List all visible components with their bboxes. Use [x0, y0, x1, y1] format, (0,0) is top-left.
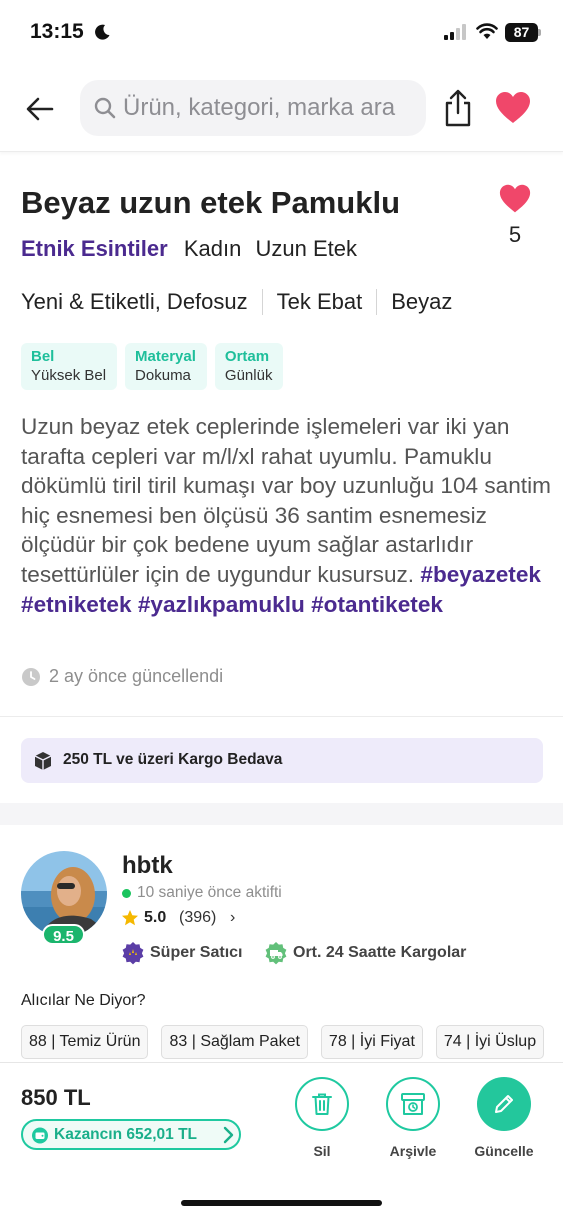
tag-key: Materyal	[135, 348, 196, 365]
seller-score-badge: 9.5	[42, 924, 85, 945]
tag-key: Ortam	[224, 348, 270, 365]
search-icon	[94, 97, 116, 119]
attribute-divider	[376, 289, 378, 315]
battery-level: 87	[513, 24, 530, 40]
search-input[interactable]: Ürün, kategori, marka ara	[80, 80, 426, 136]
like-heart-icon[interactable]	[498, 183, 532, 215]
attribute-divider	[261, 289, 263, 315]
breadcrumb: Etnik Esintiler Kadın Uzun Etek	[21, 236, 365, 262]
chevron-right-icon[interactable]: ›	[230, 909, 235, 927]
clock-icon	[22, 667, 40, 686]
category-link[interactable]: Kadın	[184, 236, 242, 261]
subcategory-link[interactable]: Uzun Etek	[255, 236, 357, 261]
shipping-banner: 250 TL ve üzeri Kargo Bedava	[21, 738, 543, 783]
earnings-pill[interactable]: Kazancın 652,01 TL	[21, 1119, 241, 1150]
shipping-text: 250 TL ve üzeri Kargo Bedava	[63, 751, 283, 768]
review-chips: 88 | Temiz Ürün 83 | Sağlam Paket 78 | İ…	[21, 1025, 545, 1059]
seller-rating-count[interactable]: (396)	[179, 909, 216, 927]
wifi-icon	[476, 23, 498, 39]
update-button[interactable]: Güncelle	[464, 1077, 544, 1159]
archive-label: Arşivle	[389, 1143, 437, 1159]
tag-value: Yüksek Bel	[31, 367, 107, 384]
review-chip[interactable]: 74 | İyi Üslup	[435, 1025, 545, 1059]
tag-value: Dokuma	[135, 367, 191, 384]
archive-icon	[401, 1093, 425, 1115]
condition-attribute: Yeni & Etiketli, Defosuz	[21, 289, 248, 314]
product-attributes: Yeni & Etiketli, Defosuz Tek Ebat Beyaz	[21, 289, 452, 315]
tag-waist: Bel Yüksek Bel	[21, 343, 118, 390]
moon-icon	[95, 24, 110, 40]
chevron-right-icon	[223, 1126, 234, 1144]
trash-icon	[312, 1093, 332, 1115]
online-status-dot	[122, 889, 131, 898]
share-icon[interactable]	[441, 88, 475, 128]
signal-icon	[444, 24, 466, 40]
archive-button[interactable]: Arşivle	[373, 1077, 453, 1159]
last-active-text: 10 saniye önce aktifti	[137, 884, 282, 901]
delete-circle[interactable]	[295, 1077, 349, 1131]
hashtag-link[interactable]: #yazlıkpamuklu	[138, 592, 305, 617]
hashtag-link[interactable]: #beyazetek	[420, 562, 541, 587]
back-arrow-icon[interactable]	[22, 92, 58, 126]
battery-cap	[538, 29, 541, 36]
updated-text: 2 ay önce güncellendi	[49, 666, 224, 686]
seller-name[interactable]: hbtk	[122, 852, 173, 880]
super-seller-label: Süper Satıcı	[150, 944, 243, 961]
archive-circle[interactable]	[386, 1077, 440, 1131]
favorite-heart-icon[interactable]	[494, 90, 532, 126]
section-divider	[0, 716, 563, 717]
tag-material: Materyal Dokuma	[125, 343, 207, 390]
product-description: Uzun beyaz etek ceplerinde işlemeleri va…	[21, 412, 551, 619]
top-navigation-bar: Ürün, kategori, marka ara	[0, 66, 563, 152]
tag-key: Bel	[31, 348, 55, 365]
fast-shipping-label: Ort. 24 Saatte Kargolar	[293, 944, 467, 961]
product-price: 850 TL	[21, 1085, 91, 1110]
seller-rating[interactable]: 5.0	[144, 909, 166, 927]
color-attribute: Beyaz	[391, 289, 453, 314]
delivery-truck-icon	[265, 942, 287, 965]
product-tags: Bel Yüksek Bel Materyal Dokuma Ortam Gün…	[21, 343, 284, 390]
reviews-title: Alıcılar Ne Diyor?	[21, 992, 146, 1009]
review-chip[interactable]: 88 | Temiz Ürün	[21, 1025, 149, 1059]
update-circle[interactable]	[477, 1077, 531, 1131]
earnings-text: Kazancın 652,01 TL	[54, 1126, 198, 1143]
hashtag-link[interactable]: #otantiketek	[311, 592, 443, 617]
star-icon	[122, 910, 138, 926]
wallet-icon	[32, 1127, 48, 1144]
review-chip[interactable]: 78 | İyi Fiyat	[320, 1025, 423, 1059]
super-seller-badge[interactable]: Süper Satıcı	[121, 940, 242, 966]
bottom-action-bar: 850 TL Kazancın 652,01 TL Sil Arşivle Gü…	[0, 1062, 563, 1218]
super-seller-icon	[122, 942, 144, 965]
search-placeholder: Ürün, kategori, marka ara	[123, 94, 396, 121]
size-attribute: Tek Ebat	[276, 289, 363, 314]
delete-button[interactable]: Sil	[282, 1077, 362, 1159]
updated-info: 2 ay önce güncellendi	[21, 666, 223, 687]
tag-value: Günlük	[224, 367, 273, 384]
delete-label: Sil	[313, 1143, 331, 1159]
pencil-icon	[495, 1095, 513, 1113]
brand-link[interactable]: Etnik Esintiler	[21, 236, 168, 261]
status-time: 13:15	[30, 20, 84, 43]
package-icon	[34, 752, 52, 770]
review-chip[interactable]: 83 | Sağlam Paket	[161, 1025, 308, 1059]
hashtag-link[interactable]: #etniketek	[21, 592, 132, 617]
home-indicator	[181, 1200, 382, 1206]
product-title: Beyaz uzun etek Pamuklu	[21, 185, 401, 220]
battery-icon: 87	[505, 23, 538, 42]
status-bar: 13:15 87	[0, 0, 563, 66]
section-gap	[0, 803, 563, 825]
like-count: 5	[508, 222, 522, 247]
fast-shipping-badge[interactable]: Ort. 24 Saatte Kargolar	[264, 940, 466, 966]
tag-occasion: Ortam Günlük	[214, 343, 284, 390]
update-label: Güncelle	[474, 1143, 534, 1159]
